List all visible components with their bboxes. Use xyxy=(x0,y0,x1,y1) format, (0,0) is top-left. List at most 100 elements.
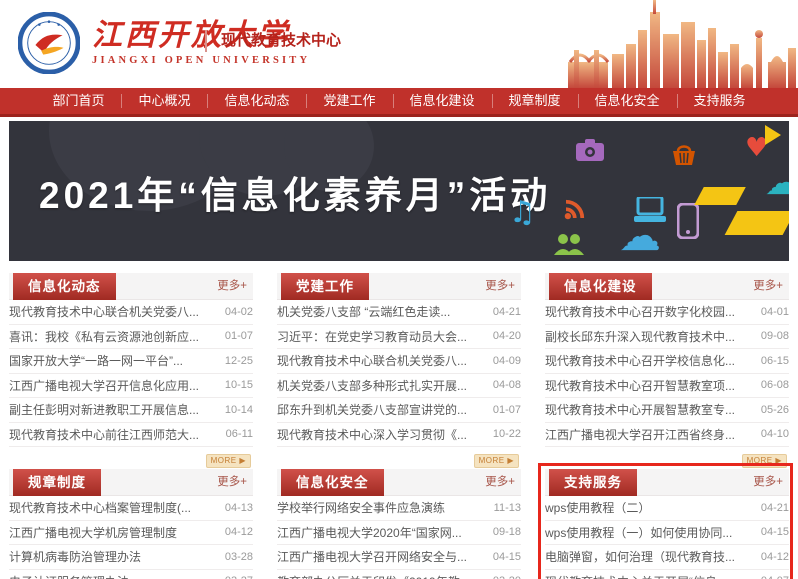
more-link[interactable]: 更多+ xyxy=(217,273,247,300)
news-item-date: 12-25 xyxy=(225,355,253,367)
news-item-title[interactable]: 江西广播电视大学召开信息化应用... xyxy=(9,377,199,394)
nav-item-0[interactable]: 部门首页 xyxy=(35,88,121,114)
news-item-title[interactable]: 习近平：在党史学习教育动员大会... xyxy=(277,328,467,345)
more-link[interactable]: 更多+ xyxy=(753,273,783,300)
news-item[interactable]: wps使用教程（二）04-21 xyxy=(545,496,789,521)
news-item[interactable]: 现代教育技术中心联合机关党委八...04-02 xyxy=(9,300,253,325)
section-title-tab[interactable]: 党建工作 xyxy=(281,273,369,300)
main-navigation: 部门首页中心概况信息化动态党建工作信息化建设规章制度信息化安全支持服务 xyxy=(0,88,798,117)
news-item-title[interactable]: 现代教育技术中心召开学校信息化... xyxy=(545,352,735,369)
news-item-title[interactable]: 现代教育技术中心召开智慧教室项... xyxy=(545,377,735,394)
news-item[interactable]: 习近平：在党史学习教育动员大会...04-20 xyxy=(277,325,521,350)
badge-row: MORE ▶ xyxy=(545,447,789,463)
news-item[interactable]: 现代教育技术中心开展智慧教室专...05-26 xyxy=(545,398,789,423)
section-title-tab[interactable]: 规章制度 xyxy=(13,469,101,496)
news-item[interactable]: 计算机病毒防治管理办法 03-28 xyxy=(9,545,253,570)
news-item[interactable]: 现代教育技术中心关于开展“信息...04-07 xyxy=(545,570,789,579)
news-item-title[interactable]: 学校举行网络安全事件应急演练 xyxy=(277,499,445,516)
news-item-title[interactable]: 喜讯：我校《私有云资源池创新应... xyxy=(9,328,199,345)
news-item[interactable]: 江西广播电视大学召开江西省终身...04-10 xyxy=(545,423,789,448)
nav-item-5[interactable]: 规章制度 xyxy=(492,88,578,114)
news-item-date: 04-12 xyxy=(761,551,789,563)
news-item[interactable]: 江西广播电视大学召开网络安全与...04-15 xyxy=(277,545,521,570)
news-list: 机关党委八支部 “云端红色走读...04-21习近平：在党史学习教育动员大会..… xyxy=(277,300,521,447)
news-item-title[interactable]: 现代教育技术中心开展智慧教室专... xyxy=(545,401,735,418)
nav-list: 部门首页中心概况信息化动态党建工作信息化建设规章制度信息化安全支持服务 xyxy=(35,88,762,114)
news-item-title[interactable]: 现代教育技术中心关于开展“信息... xyxy=(545,573,727,579)
news-item-title[interactable]: 机关党委八支部多种形式扎实开展... xyxy=(277,377,467,394)
news-item[interactable]: 现代教育技术中心联合机关党委八...04-09 xyxy=(277,349,521,374)
news-item-title[interactable]: 电子认证服务管理办法 xyxy=(9,573,129,579)
badge-row: MORE ▶ xyxy=(277,447,521,463)
more-link[interactable]: 更多+ xyxy=(753,469,783,496)
news-list: 学校举行网络安全事件应急演练11-13江西广播电视大学2020年“国家网...0… xyxy=(277,496,521,579)
news-item[interactable]: 现代教育技术中心召开学校信息化...06-15 xyxy=(545,349,789,374)
more-link[interactable]: 更多+ xyxy=(217,469,247,496)
news-item-date: 04-01 xyxy=(761,306,789,318)
city-skyline-graphic xyxy=(568,0,798,88)
section-title-tab[interactable]: 信息化动态 xyxy=(13,273,116,300)
more-badge[interactable]: MORE ▶ xyxy=(742,454,787,468)
nav-item-7[interactable]: 支持服务 xyxy=(677,88,763,114)
hero-banner[interactable]: 2021年“信息化素养月”活动 ♫ ♥ ☁ ☁ xyxy=(9,121,789,261)
news-item[interactable]: 电子认证服务管理办法03-27 xyxy=(9,570,253,579)
more-badge[interactable]: MORE ▶ xyxy=(206,454,251,468)
department-title: 现代教育技术中心 xyxy=(205,30,341,52)
news-item[interactable]: 江西广播电视大学2020年“国家网...09-18 xyxy=(277,521,521,546)
news-item-title[interactable]: 教育部办公厅关于印发《2019年教... xyxy=(277,573,467,579)
section-title-tab[interactable]: 支持服务 xyxy=(549,469,637,496)
news-item-title[interactable]: 副主任彭明对新进教职工开展信息... xyxy=(9,401,199,418)
news-item-title[interactable]: wps使用教程（二） xyxy=(545,499,650,516)
news-item-title[interactable]: 现代教育技术中心召开数字化校园... xyxy=(545,303,735,320)
nav-item-6[interactable]: 信息化安全 xyxy=(578,88,677,114)
news-item[interactable]: 喜讯：我校《私有云资源池创新应... 01-07 xyxy=(9,325,253,350)
news-section: 党建工作 更多+ 机关党委八支部 “云端红色走读...04-21习近平：在党史学… xyxy=(277,273,521,463)
news-item[interactable]: 机关党委八支部多种形式扎实开展... 04-08 xyxy=(277,374,521,399)
news-item-title[interactable]: 现代教育技术中心深入学习贯彻《... xyxy=(277,426,467,443)
news-item-title[interactable]: 现代教育技术中心档案管理制度(... xyxy=(9,499,191,516)
more-link[interactable]: 更多+ xyxy=(485,469,515,496)
news-item[interactable]: 现代教育技术中心前往江西师范大...06-11 xyxy=(9,423,253,448)
nav-item-1[interactable]: 中心概况 xyxy=(121,88,207,114)
news-item-title[interactable]: 现代教育技术中心联合机关党委八... xyxy=(9,303,199,320)
news-item-title[interactable]: 现代教育技术中心前往江西师范大... xyxy=(9,426,199,443)
nav-item-3[interactable]: 党建工作 xyxy=(306,88,392,114)
news-item-date: 03-28 xyxy=(225,551,253,563)
news-item[interactable]: 副主任彭明对新进教职工开展信息...10-14 xyxy=(9,398,253,423)
news-item-title[interactable]: 江西广播电视大学召开江西省终身... xyxy=(545,426,735,443)
news-item[interactable]: 学校举行网络安全事件应急演练11-13 xyxy=(277,496,521,521)
news-item[interactable]: 教育部办公厅关于印发《2019年教...03-20 xyxy=(277,570,521,579)
news-item[interactable]: 江西广播电视大学机房管理制度04-12 xyxy=(9,521,253,546)
news-item-title[interactable]: 江西广播电视大学2020年“国家网... xyxy=(277,524,462,541)
news-item-title[interactable]: 计算机病毒防治管理办法 xyxy=(9,548,141,565)
nav-item-2[interactable]: 信息化动态 xyxy=(207,88,306,114)
news-item[interactable]: 国家开放大学“一路一网一平台”... 12-25 xyxy=(9,349,253,374)
news-item-title[interactable]: 邱东升到机关党委八支部宣讲党的... xyxy=(277,401,467,418)
news-item-title[interactable]: 江西广播电视大学召开网络安全与... xyxy=(277,548,467,565)
news-item-date: 01-07 xyxy=(225,330,253,342)
nav-item-4[interactable]: 信息化建设 xyxy=(393,88,492,114)
news-item[interactable]: wps使用教程（一）如何使用协同...04-15 xyxy=(545,521,789,546)
news-item-date: 04-08 xyxy=(493,379,521,391)
news-item[interactable]: 现代教育技术中心档案管理制度(...04-13 xyxy=(9,496,253,521)
news-item-title[interactable]: 国家开放大学“一路一网一平台”... xyxy=(9,352,183,369)
news-item-title[interactable]: wps使用教程（一）如何使用协同... xyxy=(545,524,732,541)
news-item[interactable]: 副校长邱东升深入现代教育技术中...09-08 xyxy=(545,325,789,350)
section-title-tab[interactable]: 信息化安全 xyxy=(281,469,384,496)
news-item-title[interactable]: 江西广播电视大学机房管理制度 xyxy=(9,524,177,541)
more-badge[interactable]: MORE ▶ xyxy=(474,454,519,468)
news-item-title[interactable]: 现代教育技术中心联合机关党委八... xyxy=(277,352,467,369)
news-item[interactable]: 现代教育技术中心召开数字化校园... 04-01 xyxy=(545,300,789,325)
news-item[interactable]: 机关党委八支部 “云端红色走读...04-21 xyxy=(277,300,521,325)
news-item[interactable]: 江西广播电视大学召开信息化应用...10-15 xyxy=(9,374,253,399)
news-item[interactable]: 现代教育技术中心召开智慧教室项...06-08 xyxy=(545,374,789,399)
page-header: 江西开放大学 JIANGXI OPEN UNIVERSITY 现代教育技术中心 xyxy=(0,0,798,88)
news-item[interactable]: 邱东升到机关党委八支部宣讲党的...01-07 xyxy=(277,398,521,423)
news-item-title[interactable]: 电脑弹窗，如何治理（现代教育技... xyxy=(545,548,735,565)
news-item[interactable]: 电脑弹窗，如何治理（现代教育技... 04-12 xyxy=(545,545,789,570)
section-title-tab[interactable]: 信息化建设 xyxy=(549,273,652,300)
news-item-title[interactable]: 机关党委八支部 “云端红色走读... xyxy=(277,303,450,320)
news-item[interactable]: 现代教育技术中心深入学习贯彻《...10-22 xyxy=(277,423,521,448)
news-item-title[interactable]: 副校长邱东升深入现代教育技术中... xyxy=(545,328,735,345)
more-link[interactable]: 更多+ xyxy=(485,273,515,300)
